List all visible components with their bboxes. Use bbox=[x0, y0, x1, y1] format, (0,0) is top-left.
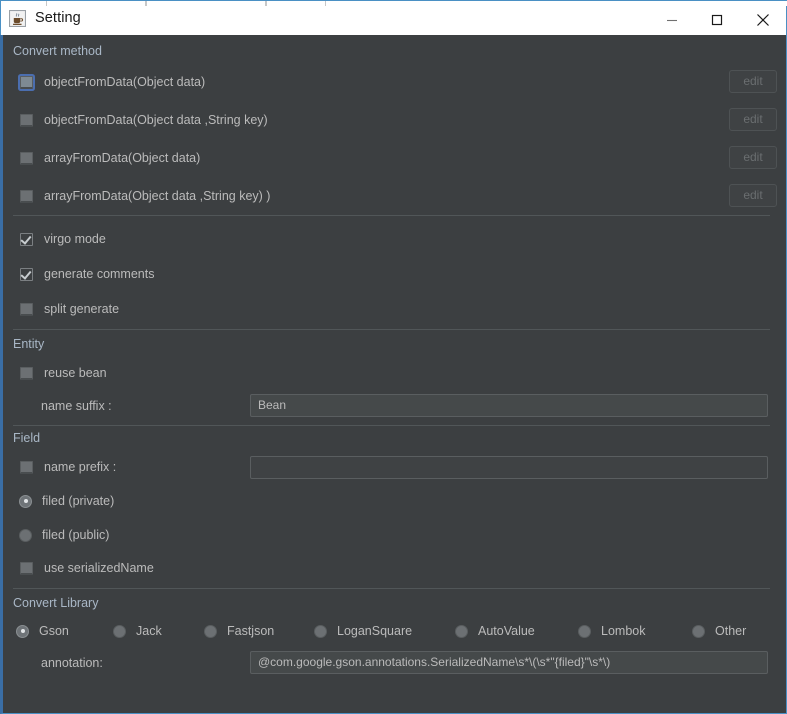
tab-strip-segment bbox=[146, 1, 266, 6]
radio-row-jack[interactable]: Jack bbox=[113, 624, 162, 638]
checkbox-generate-comments[interactable] bbox=[20, 267, 33, 281]
checkbox-label: split generate bbox=[44, 302, 120, 316]
name-prefix-input[interactable] bbox=[250, 456, 768, 479]
edit-button-array-from-data[interactable]: edit bbox=[729, 146, 777, 169]
radio-row-autovalue[interactable]: AutoValue bbox=[455, 624, 535, 638]
checkbox-row-split-generate[interactable]: split generate bbox=[20, 302, 119, 316]
checkbox-row-reuse-bean[interactable]: reuse bean bbox=[20, 366, 107, 380]
checkbox-split-generate[interactable] bbox=[20, 302, 33, 316]
radio-row-other[interactable]: Other bbox=[692, 624, 746, 638]
radio-jack[interactable] bbox=[113, 624, 126, 638]
section-title-field: Field bbox=[13, 431, 41, 445]
checkbox-virgo-mode[interactable] bbox=[20, 232, 33, 246]
radio-lombok[interactable] bbox=[578, 624, 591, 638]
radio-label: AutoValue bbox=[478, 624, 535, 638]
setting-dialog-window: Setting Convert method objectFromData(Ob… bbox=[0, 0, 787, 714]
checkbox-row-array-from-data[interactable]: arrayFromData(Object data) bbox=[20, 151, 200, 165]
radio-row-gson[interactable]: Gson bbox=[16, 624, 69, 638]
checkbox-label: arrayFromData(Object data ,String key) ) bbox=[44, 189, 271, 203]
label-annotation: annotation: bbox=[41, 656, 103, 670]
radio-row-logansquare[interactable]: LoganSquare bbox=[314, 624, 412, 638]
checkbox-label: objectFromData(Object data) bbox=[44, 75, 206, 89]
edit-button-object-from-data-key[interactable]: edit bbox=[729, 108, 777, 131]
checkbox-label: generate comments bbox=[44, 267, 155, 281]
checkbox-label: reuse bean bbox=[44, 366, 107, 380]
java-coffee-cup-icon bbox=[9, 9, 26, 27]
minimize-button[interactable] bbox=[649, 5, 695, 34]
radio-label: Fastjson bbox=[227, 624, 275, 638]
radio-label: Gson bbox=[39, 624, 69, 638]
radio-logansquare[interactable] bbox=[314, 624, 327, 638]
radio-filed-private[interactable] bbox=[19, 494, 32, 508]
dialog-content: Convert method objectFromData(Object dat… bbox=[0, 35, 787, 714]
tab-strip-segment bbox=[266, 1, 326, 6]
radio-gson[interactable] bbox=[16, 624, 29, 638]
checkbox-array-from-data[interactable] bbox=[20, 151, 33, 165]
checkbox-array-from-data-key[interactable] bbox=[20, 189, 33, 203]
radio-other[interactable] bbox=[692, 624, 705, 638]
divider-before-convert-library bbox=[13, 588, 770, 589]
radio-label: Other bbox=[715, 624, 747, 638]
checkbox-object-from-data[interactable] bbox=[20, 75, 33, 89]
edit-button-object-from-data[interactable]: edit bbox=[729, 70, 777, 93]
checkbox-label: use serializedName bbox=[44, 561, 154, 575]
divider-before-entity bbox=[13, 329, 770, 330]
checkbox-use-serialized-name[interactable] bbox=[20, 561, 33, 575]
annotation-input[interactable]: @com.google.gson.annotations.SerializedN… bbox=[250, 651, 768, 674]
radio-label: filed (private) bbox=[42, 494, 115, 508]
section-title-convert-method: Convert method bbox=[13, 44, 102, 58]
radio-label: LoganSquare bbox=[337, 624, 413, 638]
close-button[interactable] bbox=[740, 5, 786, 34]
checkbox-row-array-from-data-key[interactable]: arrayFromData(Object data ,String key) ) bbox=[20, 189, 270, 203]
checkbox-label: arrayFromData(Object data) bbox=[44, 151, 201, 165]
divider-after-methods bbox=[13, 215, 770, 216]
edit-button-array-from-data-key[interactable]: edit bbox=[729, 184, 777, 207]
checkbox-label: objectFromData(Object data ,String key) bbox=[44, 113, 268, 127]
maximize-button[interactable] bbox=[694, 5, 740, 34]
checkbox-row-use-serialized-name[interactable]: use serializedName bbox=[20, 561, 154, 575]
title-bar: Setting bbox=[0, 0, 787, 35]
minimize-icon bbox=[667, 19, 677, 21]
label-name-suffix: name suffix : bbox=[41, 399, 112, 413]
divider-before-field bbox=[13, 425, 770, 426]
radio-row-fastjson[interactable]: Fastjson bbox=[204, 624, 274, 638]
radio-label: filed (public) bbox=[42, 528, 110, 542]
tab-strip-segment bbox=[46, 1, 146, 6]
checkbox-label: virgo mode bbox=[44, 232, 106, 246]
radio-filed-public[interactable] bbox=[19, 528, 32, 542]
radio-fastjson[interactable] bbox=[204, 624, 217, 638]
maximize-icon bbox=[711, 14, 723, 25]
checkbox-row-generate-comments[interactable]: generate comments bbox=[20, 267, 154, 281]
checkbox-name-prefix[interactable] bbox=[20, 460, 33, 474]
checkbox-row-object-from-data-key[interactable]: objectFromData(Object data ,String key) bbox=[20, 113, 268, 127]
window-title: Setting bbox=[35, 10, 81, 26]
radio-row-filed-public[interactable]: filed (public) bbox=[19, 528, 109, 542]
checkbox-row-object-from-data[interactable]: objectFromData(Object data) bbox=[20, 75, 205, 89]
checkbox-row-virgo-mode[interactable]: virgo mode bbox=[20, 232, 106, 246]
radio-label: Jack bbox=[136, 624, 162, 638]
name-suffix-input[interactable]: Bean bbox=[250, 394, 768, 417]
checkbox-row-name-prefix[interactable]: name prefix : bbox=[20, 460, 116, 474]
checkbox-label: name prefix : bbox=[44, 460, 117, 474]
checkbox-reuse-bean[interactable] bbox=[20, 366, 33, 380]
radio-row-lombok[interactable]: Lombok bbox=[578, 624, 645, 638]
close-icon bbox=[757, 13, 769, 26]
checkbox-object-from-data-key[interactable] bbox=[20, 113, 33, 127]
radio-autovalue[interactable] bbox=[455, 624, 468, 638]
section-title-entity: Entity bbox=[13, 337, 45, 351]
section-title-convert-library: Convert Library bbox=[13, 596, 99, 610]
radio-row-filed-private[interactable]: filed (private) bbox=[19, 494, 114, 508]
radio-label: Lombok bbox=[601, 624, 646, 638]
